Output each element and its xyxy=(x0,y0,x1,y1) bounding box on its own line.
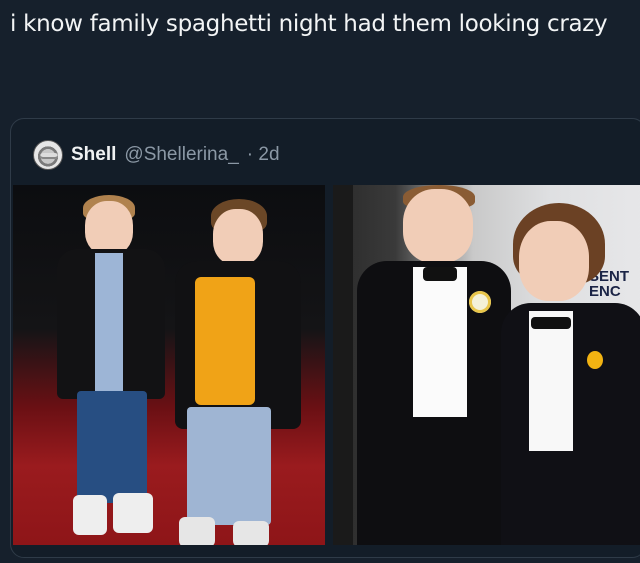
quoted-tweet-card[interactable]: Shell @Shellerina_ · 2d SENT ENC xyxy=(10,118,640,558)
photo-right[interactable]: SENT ENC xyxy=(333,185,640,545)
photo-figure xyxy=(351,185,511,545)
quoted-tweet-header: Shell @Shellerina_ · 2d xyxy=(33,137,280,173)
author-handle[interactable]: @Shellerina_ xyxy=(124,144,238,166)
post-caption: i know family spaghetti night had them l… xyxy=(10,11,608,37)
photo-figure xyxy=(51,195,171,545)
photo-left[interactable] xyxy=(13,185,325,545)
author-name[interactable]: Shell xyxy=(71,144,116,166)
avatar[interactable] xyxy=(33,140,63,170)
post-timestamp[interactable]: · 2d xyxy=(247,144,280,166)
photo-figure xyxy=(173,199,303,545)
photo-figure xyxy=(501,199,640,545)
